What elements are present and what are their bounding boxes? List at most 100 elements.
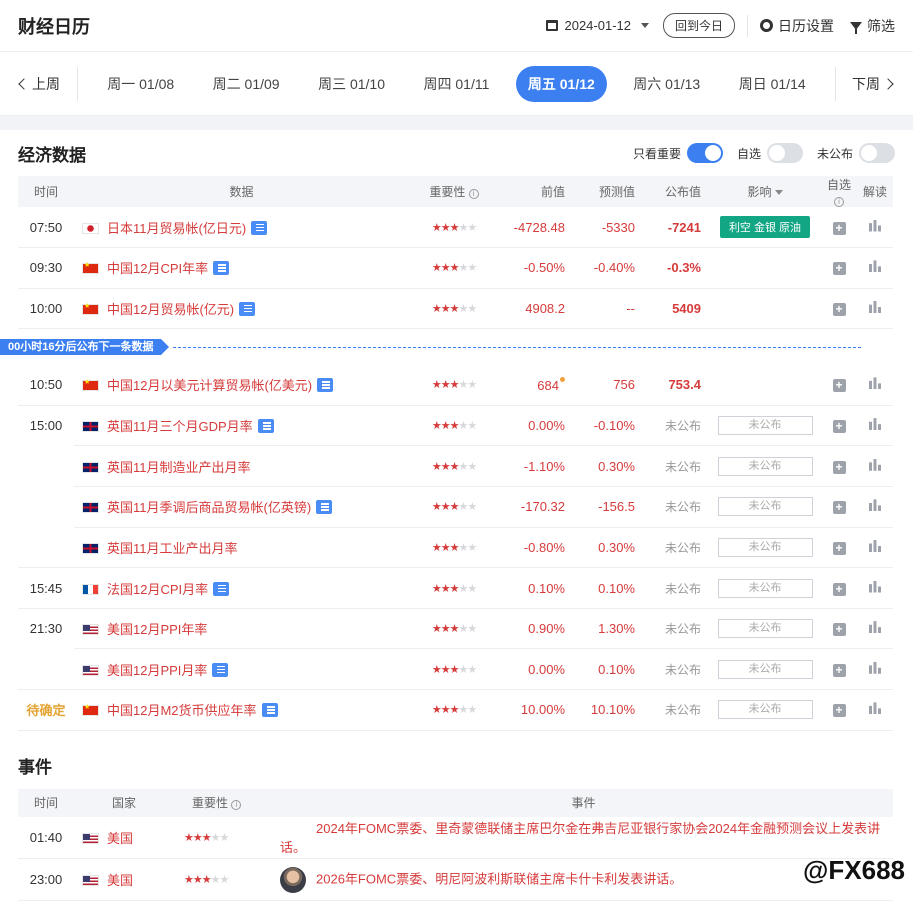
add-favorite-icon[interactable]: + xyxy=(832,302,846,316)
bar-chart-icon[interactable] xyxy=(869,377,881,390)
bar-chart-icon[interactable] xyxy=(869,661,881,674)
day-tab[interactable]: 周三 01/10 xyxy=(306,66,397,102)
indicator-cell[interactable]: 英国11月三个月GDP月率 xyxy=(74,405,409,447)
day-tab[interactable]: 周六 01/13 xyxy=(621,66,712,102)
add-favorite-icon[interactable]: + xyxy=(832,420,846,434)
data-row[interactable]: 英国11月季调后商品贸易帐(亿英镑) ★★★★★ -170.32 -156.5 未公布未… xyxy=(18,486,893,528)
add-favorite-icon[interactable]: + xyxy=(832,663,846,677)
data-row[interactable]: 09:30 中国12月CPI年率 ★★★★★ -0.50% -0.40%-0.3% + xyxy=(18,247,893,289)
report-icon[interactable] xyxy=(239,301,256,316)
toggle-switch[interactable] xyxy=(859,143,895,163)
indicator-name[interactable]: 英国11月工业产出月率 xyxy=(107,541,238,556)
event-cell[interactable]: 2024年FOMC票委、里奇蒙德联储主席巴尔金在弗吉尼亚银行家协会2024年金融… xyxy=(274,816,893,860)
data-row[interactable]: 10:00 中国12月贸易帐(亿元) ★★★★★ 4908.2 --5409 + xyxy=(18,288,893,330)
impact-pending: 未公布 xyxy=(717,416,813,436)
data-row[interactable]: 待确定中国12月M2货币供应年率★★★★★10.00%10.10%未公布未公布+ xyxy=(18,689,893,731)
prev-value: 10.00% xyxy=(520,702,565,718)
indicator-cell[interactable]: 中国12月贸易帐(亿元) xyxy=(74,288,409,330)
report-icon[interactable] xyxy=(212,662,229,677)
indicator-name[interactable]: 英国11月季调后商品贸易帐(亿英镑) xyxy=(107,500,311,515)
data-row[interactable]: 英国11月工业产出月率 ★★★★★ -0.80% 0.30% 未公布 未公布 + xyxy=(18,527,893,569)
data-row[interactable]: 07:50 日本11月贸易帐(亿日元) ★★★★★ -4728.48 -5330 -724… xyxy=(18,207,893,249)
bar-chart-icon[interactable] xyxy=(869,418,881,431)
add-favorite-icon[interactable]: + xyxy=(832,501,846,515)
add-favorite-icon[interactable]: + xyxy=(832,262,846,276)
bar-chart-icon[interactable] xyxy=(869,260,881,273)
add-favorite-icon[interactable]: + xyxy=(832,460,846,474)
bar-chart-icon[interactable] xyxy=(869,499,881,512)
col-impact[interactable]: 影响 xyxy=(709,176,821,207)
data-row[interactable]: 美国12月PPI月率 ★★★★★ 0.00% 0.10% 未公布 未公布 + xyxy=(18,648,893,691)
indicator-cell[interactable]: 美国12月PPI年率 xyxy=(74,608,409,650)
indicator-cell[interactable]: 美国12月PPI月率 xyxy=(74,648,409,691)
data-row[interactable]: 英国11月制造业产出月率 ★★★★★ -1.10% 0.30% 未公布 未公布 + xyxy=(18,445,893,488)
indicator-name[interactable]: 美国12月PPI月率 xyxy=(107,663,207,678)
bar-chart-icon[interactable] xyxy=(869,458,881,471)
day-tab[interactable]: 周日 01/14 xyxy=(727,66,818,102)
add-favorite-icon[interactable]: + xyxy=(832,541,846,555)
toggle-switch[interactable] xyxy=(686,143,723,163)
calendar-settings-button[interactable]: 日历设置 xyxy=(760,16,834,36)
report-icon[interactable] xyxy=(317,378,334,393)
indicator-name[interactable]: 英国11月三个月GDP月率 xyxy=(107,419,253,434)
data-row[interactable]: 21:30 美国12月PPI年率 ★★★★★ 0.90% 1.30% 未公布 未公布 + xyxy=(18,608,893,650)
bar-chart-icon[interactable] xyxy=(869,300,881,313)
indicator-cell[interactable]: 中国12月CPI年率 xyxy=(74,247,409,289)
indicator-cell[interactable]: 日本11月贸易帐(亿日元) xyxy=(74,207,409,249)
indicator-name[interactable]: 日本11月贸易帐(亿日元) xyxy=(107,221,246,236)
event-row[interactable]: 23:00 美国 ★★★★★ 2026年FOMC票委、明尼阿波利斯联储主席卡什卡利发表… xyxy=(18,858,893,902)
event-text[interactable]: 2024年FOMC票委、里奇蒙德联储主席巴尔金在弗吉尼亚银行家协会2024年金融… xyxy=(280,821,880,855)
bar-chart-icon[interactable] xyxy=(869,702,881,715)
bar-chart-icon[interactable] xyxy=(869,621,881,634)
col-importance-label: 重要性 xyxy=(429,185,466,199)
day-tab[interactable]: 周四 01/11 xyxy=(412,66,502,102)
add-favorite-icon[interactable]: + xyxy=(832,221,846,235)
event-text[interactable]: 2026年FOMC票委、明尼阿波利斯联储主席卡什卡利发表讲话。 xyxy=(316,871,682,886)
today-button[interactable]: 回到今日 xyxy=(662,13,735,38)
add-favorite-icon[interactable]: + xyxy=(832,704,846,718)
day-tab[interactable]: 周二 01/09 xyxy=(201,66,292,102)
event-cell[interactable]: 2026年FOMC票委、明尼阿波利斯联储主席卡什卡利发表讲话。 xyxy=(274,858,893,902)
report-icon[interactable] xyxy=(213,581,230,596)
indicator-name[interactable]: 英国11月制造业产出月率 xyxy=(107,460,251,475)
toggle-switch[interactable] xyxy=(766,143,803,163)
indicator-name[interactable]: 中国12月贸易帐(亿元) xyxy=(107,302,234,317)
next-week-button[interactable]: 下周 xyxy=(835,66,913,101)
indicator-cell[interactable]: 英国11月工业产出月率 xyxy=(74,527,409,569)
data-row[interactable]: 15:45 法国12月CPI月率 ★★★★★ 0.10% 0.10% 未公布 未公布 + xyxy=(18,567,893,609)
add-favorite-icon[interactable]: + xyxy=(832,623,846,637)
add-favorite-icon[interactable]: + xyxy=(832,379,846,393)
indicator-name[interactable]: 中国12月以美元计算贸易帐(亿美元) xyxy=(107,378,312,393)
event-row[interactable]: 01:40 美国 ★★★★★ 2024年FOMC票委、里奇蒙德联储主席巴尔金在弗吉尼亚… xyxy=(18,816,893,860)
date-picker[interactable]: 2024-01-12 xyxy=(546,18,649,33)
report-icon[interactable] xyxy=(251,220,268,235)
indicator-cell[interactable]: 英国11月季调后商品贸易帐(亿英镑) xyxy=(74,486,409,528)
prev-week-button[interactable]: 上周 xyxy=(0,66,78,101)
bar-chart-icon[interactable] xyxy=(869,539,881,552)
add-favorite-icon[interactable]: + xyxy=(832,582,846,596)
report-icon[interactable] xyxy=(316,500,333,515)
data-row[interactable]: 10:50 中国12月以美元计算贸易帐(亿美元) ★★★★★ 684 756753.4 + xyxy=(18,364,893,406)
indicator-name[interactable]: 中国12月CPI年率 xyxy=(107,261,208,276)
indicator-cell[interactable]: 中国12月M2货币供应年率 xyxy=(74,689,409,731)
indicator-cell[interactable]: 英国11月制造业产出月率 xyxy=(74,445,409,488)
info-icon[interactable]: i xyxy=(468,189,479,199)
day-tab[interactable]: 周一 01/08 xyxy=(95,66,186,102)
info-icon[interactable]: i xyxy=(231,800,242,811)
day-tab[interactable]: 周五 01/12 xyxy=(515,65,607,102)
data-row[interactable]: 15:00 英国11月三个月GDP月率 ★★★★★ 0.00% -0.10% 未公布 未公布… xyxy=(18,405,893,447)
indicator-cell[interactable]: 中国12月以美元计算贸易帐(亿美元) xyxy=(74,364,409,406)
bar-chart-icon[interactable] xyxy=(869,580,881,593)
bar-chart-icon[interactable] xyxy=(869,219,881,232)
indicator-name[interactable]: 法国12月CPI月率 xyxy=(107,582,208,597)
report-icon[interactable] xyxy=(213,261,230,276)
indicator-cell[interactable]: 法国12月CPI月率 xyxy=(74,567,409,609)
importance-stars: ★★★★★ xyxy=(432,420,477,432)
filter-button[interactable]: 筛选 xyxy=(850,16,895,36)
report-icon[interactable] xyxy=(257,419,274,434)
info-icon[interactable]: i xyxy=(834,197,844,207)
report-icon[interactable] xyxy=(261,703,278,718)
indicator-name[interactable]: 美国12月PPI年率 xyxy=(107,622,207,637)
indicator-name[interactable]: 中国12月M2货币供应年率 xyxy=(107,703,257,718)
col-fav: 自选 i xyxy=(821,176,857,207)
